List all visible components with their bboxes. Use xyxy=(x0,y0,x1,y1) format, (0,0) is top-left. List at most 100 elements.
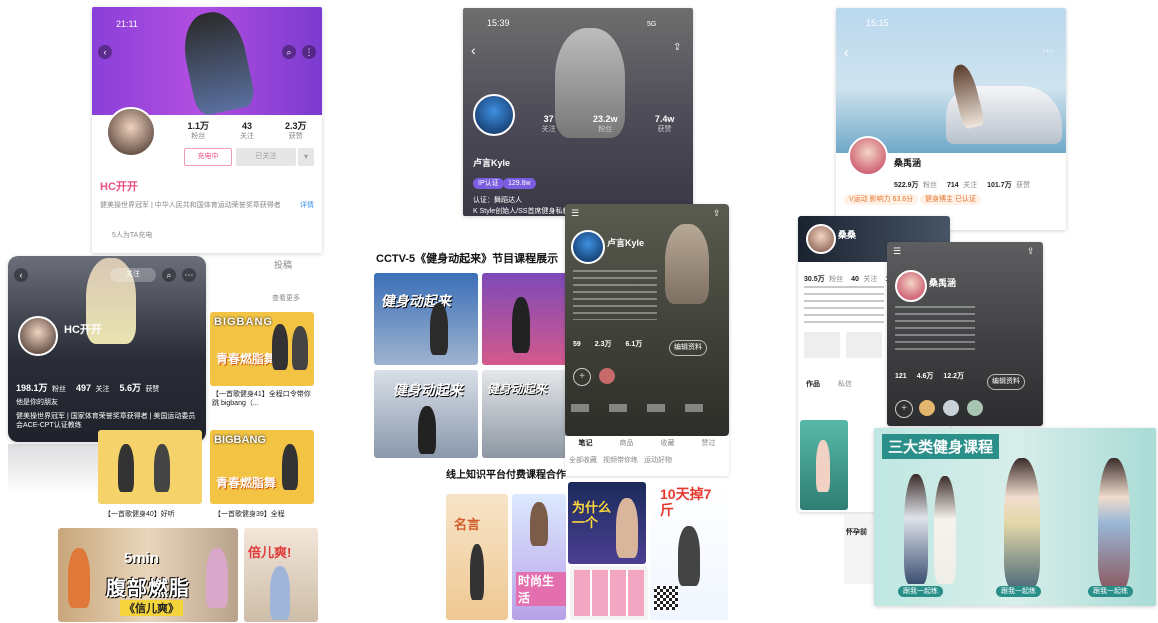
share-icon[interactable]: ⇪ xyxy=(713,208,721,219)
course-poster[interactable] xyxy=(570,566,648,620)
stat-value: 522.9万 xyxy=(894,182,919,189)
tab-notes[interactable]: 笔记 xyxy=(579,439,593,448)
highlight-thumb[interactable] xyxy=(967,400,983,416)
card-nums: 59 2.3万 6.1万 xyxy=(573,340,642,349)
program-thumb[interactable] xyxy=(482,273,568,365)
video-caption[interactable]: 【一首歌健身40】好听 xyxy=(104,510,175,519)
fans-line[interactable]: 5人为TA充电 xyxy=(112,231,152,240)
avatar[interactable] xyxy=(848,136,888,176)
add-icon[interactable]: + xyxy=(573,368,591,386)
status-time: 21:11 xyxy=(116,19,138,29)
tab-collections[interactable]: 收藏 xyxy=(661,439,675,448)
chip[interactable]: 运动好物 xyxy=(644,456,672,465)
tab-works[interactable]: 作品 xyxy=(806,380,820,389)
poster-grid xyxy=(574,570,644,616)
menu-icon[interactable]: ☰ xyxy=(571,208,579,219)
search-icon[interactable]: ⌕ xyxy=(162,268,176,282)
edit-profile-button[interactable]: 编辑资料 xyxy=(987,374,1025,390)
stat-label: 获赞 xyxy=(288,133,303,140)
avatar[interactable] xyxy=(106,107,156,157)
highlight-thumb[interactable] xyxy=(919,400,935,416)
more-icon[interactable]: ⋯ xyxy=(182,268,196,282)
profile-banner: 15:15 ‹ ⋯ xyxy=(836,8,1066,153)
video-caption[interactable]: 【一首歌健身41】全程口令带你跳 bigbang（... xyxy=(212,390,314,408)
stat-label: 粉丝 xyxy=(51,386,66,393)
charge-button[interactable]: 充电中 xyxy=(184,148,232,166)
avatar[interactable] xyxy=(806,224,836,254)
back-icon[interactable]: ‹ xyxy=(14,268,28,282)
douyin-profile-card: ‹ 关注 ⌕ ⋯ HC开开 198.1万 粉丝 497 关注 5.6万 获赞 他… xyxy=(8,256,206,442)
tab-uploads[interactable]: 投稿 xyxy=(274,260,292,271)
person-figure xyxy=(470,544,484,600)
program-thumb[interactable]: 健身动起来 xyxy=(374,273,478,365)
video-thumb[interactable] xyxy=(800,420,848,510)
stat-label: 获赞 xyxy=(145,386,160,393)
chip[interactable]: 视频带你练 xyxy=(603,456,638,465)
avatar[interactable] xyxy=(18,316,58,356)
edit-profile-button[interactable]: 编辑资料 xyxy=(669,340,707,356)
program-thumb[interactable]: 健身动起来 xyxy=(482,370,568,458)
stat-value: 37 xyxy=(543,114,554,124)
tab-messages[interactable]: 私信 xyxy=(838,380,852,389)
workout-video-thumb[interactable]: 倍儿爽! xyxy=(244,528,318,622)
avatar[interactable] xyxy=(571,230,605,264)
stat-label: 关注 xyxy=(239,133,254,140)
back-icon[interactable]: ‹ xyxy=(844,44,849,60)
menu-icon[interactable]: ☰ xyxy=(893,246,901,257)
profile-name: 卢言Kyle xyxy=(473,158,511,168)
profile-banner: 21:11 ‹ ⌕ ⋮ xyxy=(92,7,322,118)
dropdown-button[interactable]: ▾ xyxy=(298,148,314,166)
tab-products[interactable]: 商品 xyxy=(620,439,634,448)
model-figure xyxy=(904,474,928,584)
program-thumb[interactable]: 健身动起来 xyxy=(374,370,478,458)
join-button[interactable]: 跟我一起练 xyxy=(996,586,1041,597)
partial-card-strip: 怀孕前 xyxy=(844,514,874,584)
profile-name: 桑禹涵 xyxy=(894,158,922,168)
avatar[interactable] xyxy=(473,94,515,136)
course-poster[interactable]: 时尚生活 xyxy=(512,494,566,620)
course-poster[interactable]: 名言 xyxy=(446,494,508,620)
add-icon[interactable]: + xyxy=(895,400,913,418)
search-icon[interactable]: ⌕ xyxy=(282,45,296,59)
stat-label: 粉丝 xyxy=(191,133,206,140)
stat-value: 101.7万 xyxy=(987,182,1012,189)
view-more-link[interactable]: 查看更多 xyxy=(272,294,300,303)
more-icon[interactable]: ⋯ xyxy=(1042,44,1053,57)
back-icon[interactable]: ‹ xyxy=(471,42,476,58)
followers-tag: 129.8w xyxy=(503,178,536,189)
stat-value: 40 xyxy=(851,276,859,283)
course-banner[interactable]: 三大类健身课程 跟我一起练 跟我一起练 跟我一起练 xyxy=(874,428,1156,606)
card-nums: 121 4.6万 12.2万 xyxy=(895,372,964,381)
stat-label: 关注 xyxy=(541,126,556,133)
highlight-thumb[interactable] xyxy=(599,368,615,384)
share-icon[interactable]: ⇪ xyxy=(673,42,681,53)
tab-likes[interactable]: 赞过 xyxy=(702,439,716,448)
follow-button[interactable]: 关注 xyxy=(110,268,156,282)
card-name: 桑禹涵 xyxy=(929,278,957,288)
avatar[interactable] xyxy=(895,270,927,302)
video-thumb[interactable] xyxy=(98,430,202,504)
video-caption[interactable]: 【一首歌健身39】全程 xyxy=(214,510,285,519)
back-icon[interactable]: ‹ xyxy=(98,45,112,59)
course-poster[interactable]: 为什么一个 xyxy=(568,482,646,564)
card-bio: 健美操世界冠军 | 国家体育荣誉奖章获得者 | 美国运动委员会ACE-CPT认证… xyxy=(16,413,196,429)
workout-video-thumb[interactable]: 5min 腹部燃脂 《信儿爽》 xyxy=(58,528,238,622)
join-button[interactable]: 跟我一起练 xyxy=(898,586,943,597)
dancer-figure xyxy=(272,324,288,370)
follow-button[interactable]: 已关注 xyxy=(236,148,296,166)
banner-title: 三大类健身课程 xyxy=(882,434,1000,459)
chip[interactable]: 全部收藏 xyxy=(569,456,597,465)
bio-more-link[interactable]: 详情 xyxy=(300,201,314,210)
highlight-thumb[interactable] xyxy=(943,400,959,416)
join-button[interactable]: 跟我一起练 xyxy=(1088,586,1133,597)
poster-text: 名言 xyxy=(454,517,481,532)
stats-row: 1.1万 粉丝 43 关注 2.3万 获赞 xyxy=(172,121,322,141)
person-figure xyxy=(665,224,709,304)
video-thumb[interactable]: BIGBANG 青春燃脂舞 xyxy=(210,312,314,386)
course-poster[interactable]: 10天掉7斤 xyxy=(650,482,728,620)
username: HC开开 xyxy=(100,181,138,193)
video-thumb[interactable]: BIGBANG 青春燃脂舞 xyxy=(210,430,314,504)
person-figure xyxy=(678,526,700,586)
more-icon[interactable]: ⋮ xyxy=(302,45,316,59)
share-icon[interactable]: ⇪ xyxy=(1027,246,1035,257)
